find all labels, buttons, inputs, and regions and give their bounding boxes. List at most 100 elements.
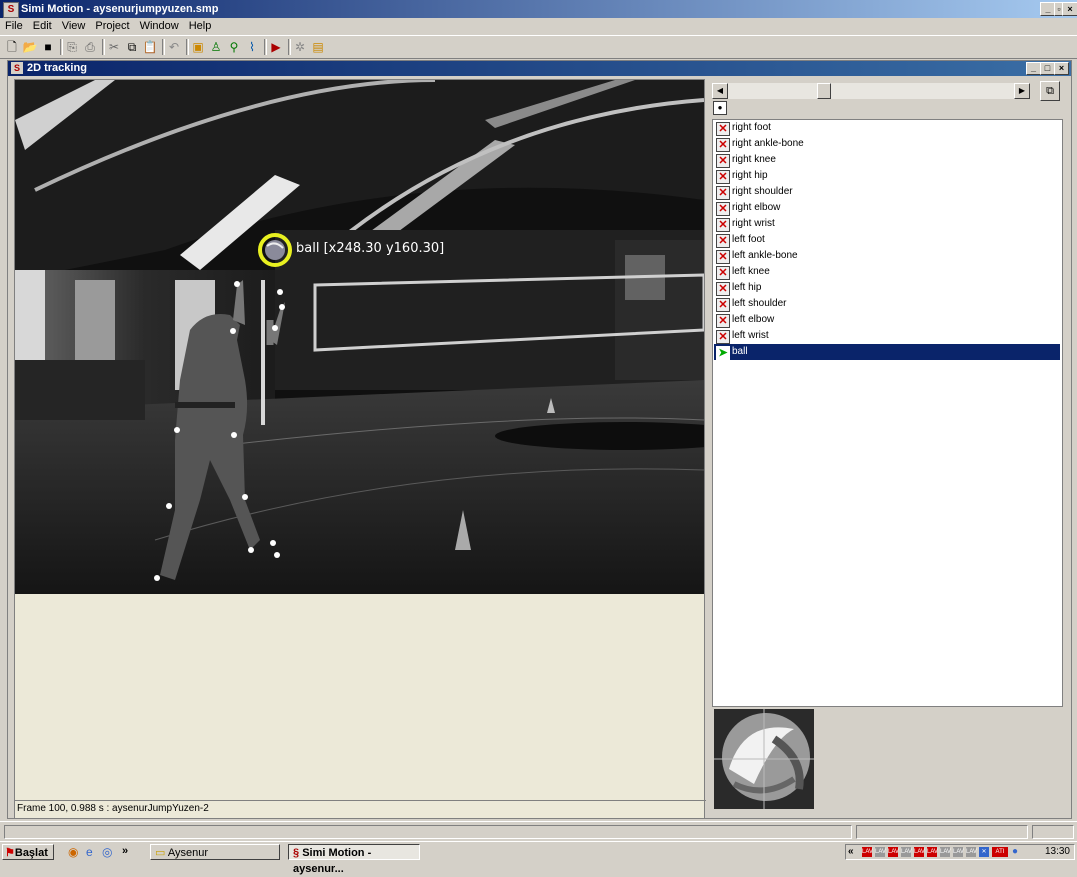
internet-explorer-icon[interactable]: e xyxy=(86,845,93,859)
antivirus-icon[interactable]: LAV xyxy=(901,847,912,857)
folder-export-icon[interactable]: ▤ xyxy=(310,39,326,55)
status-pane xyxy=(1032,825,1074,839)
scroll-right-button[interactable]: ▶ xyxy=(1014,83,1030,99)
antivirus-icon[interactable]: LAV xyxy=(940,847,951,857)
antivirus-icon[interactable]: LAV xyxy=(862,847,873,857)
ball-coordinate-label: ball [x248.30 y160.30] xyxy=(296,241,445,256)
close-button[interactable]: × xyxy=(1062,2,1077,16)
system-tray: « LAV LAV LAV LAV LAV LAV LAV LAV LAV ✕ … xyxy=(845,844,1075,860)
list-item[interactable]: ✕ left shoulder xyxy=(714,296,1060,312)
wizard-icon[interactable]: ✲ xyxy=(292,39,308,55)
paste-icon[interactable]: 📋 xyxy=(142,39,158,55)
open-icon[interactable]: 📂 xyxy=(22,39,38,55)
tracking-window-icon[interactable]: ▣ xyxy=(190,39,206,55)
copy-page-icon[interactable]: ⎘ xyxy=(64,39,80,55)
zoom-preview xyxy=(714,709,814,809)
copy-icon[interactable]: ⧉ xyxy=(124,39,140,55)
globe-icon[interactable]: ● xyxy=(1012,846,1018,857)
taskbar: ⚑Başlat ◉ e ◎ » ▭ Aysenur § Simi Motion … xyxy=(0,841,1077,875)
tracking-window-title-bar[interactable]: S 2D tracking _ □ × xyxy=(8,61,1071,76)
antivirus-icon[interactable]: LAV xyxy=(914,847,925,857)
list-item[interactable]: ✕ left knee xyxy=(714,264,1060,280)
list-item[interactable]: ✕ right hip xyxy=(714,168,1060,184)
tracking-window-title: 2D tracking xyxy=(27,62,87,74)
properties-icon[interactable]: ⧉ xyxy=(1040,81,1060,101)
video-icon[interactable]: ▶ xyxy=(268,39,284,55)
tray-expand-button[interactable]: « xyxy=(848,846,854,857)
print-icon[interactable]: ⎙ xyxy=(82,39,98,55)
point-label: right ankle-bone xyxy=(732,138,804,149)
person-icon[interactable]: ♙ xyxy=(208,39,224,55)
list-item[interactable]: ✕ right shoulder xyxy=(714,184,1060,200)
cut-icon[interactable]: ✂ xyxy=(106,39,122,55)
antivirus-icon[interactable]: LAV xyxy=(927,847,938,857)
list-item[interactable]: ✕ right foot xyxy=(714,120,1060,136)
list-item[interactable]: ✕ left elbow xyxy=(714,312,1060,328)
point-list[interactable]: ✕ right foot ✕ right ankle-bone ✕ right kne… xyxy=(712,119,1063,707)
untracked-x-icon: ✕ xyxy=(716,282,730,296)
chrome-icon[interactable]: ◉ xyxy=(68,845,78,859)
simi-taskbar-button[interactable]: § Simi Motion - aysenur... xyxy=(288,844,420,875)
ball-zoom-image xyxy=(714,709,814,809)
list-item[interactable]: ✕ right elbow xyxy=(714,200,1060,216)
child-minimize-button[interactable]: _ xyxy=(1026,62,1041,75)
quicklaunch-more-button[interactable]: » xyxy=(122,845,128,857)
scroll-thumb[interactable] xyxy=(817,83,831,99)
antivirus-icon[interactable]: LAV xyxy=(875,847,886,857)
clock[interactable]: 13:30 xyxy=(1045,845,1070,859)
toolbar-separator xyxy=(288,39,291,55)
undo-icon[interactable]: ↶ xyxy=(166,39,182,55)
record-dot-icon[interactable]: ● xyxy=(713,101,727,115)
menu-help[interactable]: Help xyxy=(184,18,217,32)
new-icon[interactable]: 🗋 xyxy=(4,39,20,55)
video-frame[interactable]: ball [x248.30 y160.30] xyxy=(15,80,704,594)
list-item[interactable]: ✕ right ankle-bone xyxy=(714,136,1060,152)
ati-icon[interactable]: ATI xyxy=(992,847,1008,857)
point-label: left wrist xyxy=(732,330,769,341)
untracked-x-icon: ✕ xyxy=(716,154,730,168)
gym-scene-image[interactable] xyxy=(15,80,704,594)
untracked-x-icon: ✕ xyxy=(716,170,730,184)
list-item[interactable]: ✕ left hip xyxy=(714,280,1060,296)
point-label: right knee xyxy=(732,154,776,165)
menu-file[interactable]: File xyxy=(0,18,28,32)
untracked-x-icon: ✕ xyxy=(716,186,730,200)
folder-taskbar-button[interactable]: ▭ Aysenur xyxy=(150,844,280,860)
child-maximize-button[interactable]: □ xyxy=(1040,62,1055,75)
list-item[interactable]: ✕ left wrist xyxy=(714,328,1060,344)
untracked-x-icon: ✕ xyxy=(716,122,730,136)
save-icon[interactable]: ■ xyxy=(40,39,56,55)
list-item[interactable]: ✕ left ankle-bone xyxy=(714,248,1060,264)
antivirus-icon[interactable]: LAV xyxy=(966,847,977,857)
graph-icon[interactable]: ⌇ xyxy=(244,39,260,55)
antivirus-icon[interactable]: LAV xyxy=(953,847,964,857)
app-icon[interactable]: S xyxy=(3,2,19,18)
untracked-x-icon: ✕ xyxy=(716,330,730,344)
app-title: Simi Motion - aysenurjumpyuzen.smp xyxy=(21,3,219,15)
toolbar-separator xyxy=(186,39,189,55)
network-icon[interactable]: ✕ xyxy=(979,847,989,857)
menu-edit[interactable]: Edit xyxy=(28,18,57,32)
media-icon[interactable]: ◎ xyxy=(102,845,112,859)
menu-view[interactable]: View xyxy=(57,18,91,32)
walking-icon[interactable]: ⚲ xyxy=(226,39,242,55)
menu-window[interactable]: Window xyxy=(135,18,184,32)
point-label: left elbow xyxy=(732,314,775,325)
tracking-window-icon[interactable]: S xyxy=(11,62,23,74)
main-status-bar xyxy=(0,821,1077,840)
scroll-left-button[interactable]: ◀ xyxy=(712,83,728,99)
toolbar-separator xyxy=(162,39,165,55)
antivirus-icon[interactable]: LAV xyxy=(888,847,899,857)
frame-scrollbar[interactable]: ◀ ▶ xyxy=(712,83,1030,99)
start-button[interactable]: ⚑Başlat xyxy=(2,844,54,860)
list-item-selected[interactable]: ➤ ball xyxy=(714,344,1060,360)
app-title-bar[interactable]: S Simi Motion - aysenurjumpyuzen.smp _ ▫… xyxy=(0,0,1077,18)
list-item[interactable]: ✕ right knee xyxy=(714,152,1060,168)
list-item[interactable]: ✕ right wrist xyxy=(714,216,1060,232)
point-label: left hip xyxy=(732,282,762,293)
list-item[interactable]: ✕ left foot xyxy=(714,232,1060,248)
menu-project[interactable]: Project xyxy=(90,18,134,32)
untracked-x-icon: ✕ xyxy=(716,202,730,216)
point-label: right shoulder xyxy=(732,186,793,197)
child-close-button[interactable]: × xyxy=(1054,62,1069,75)
